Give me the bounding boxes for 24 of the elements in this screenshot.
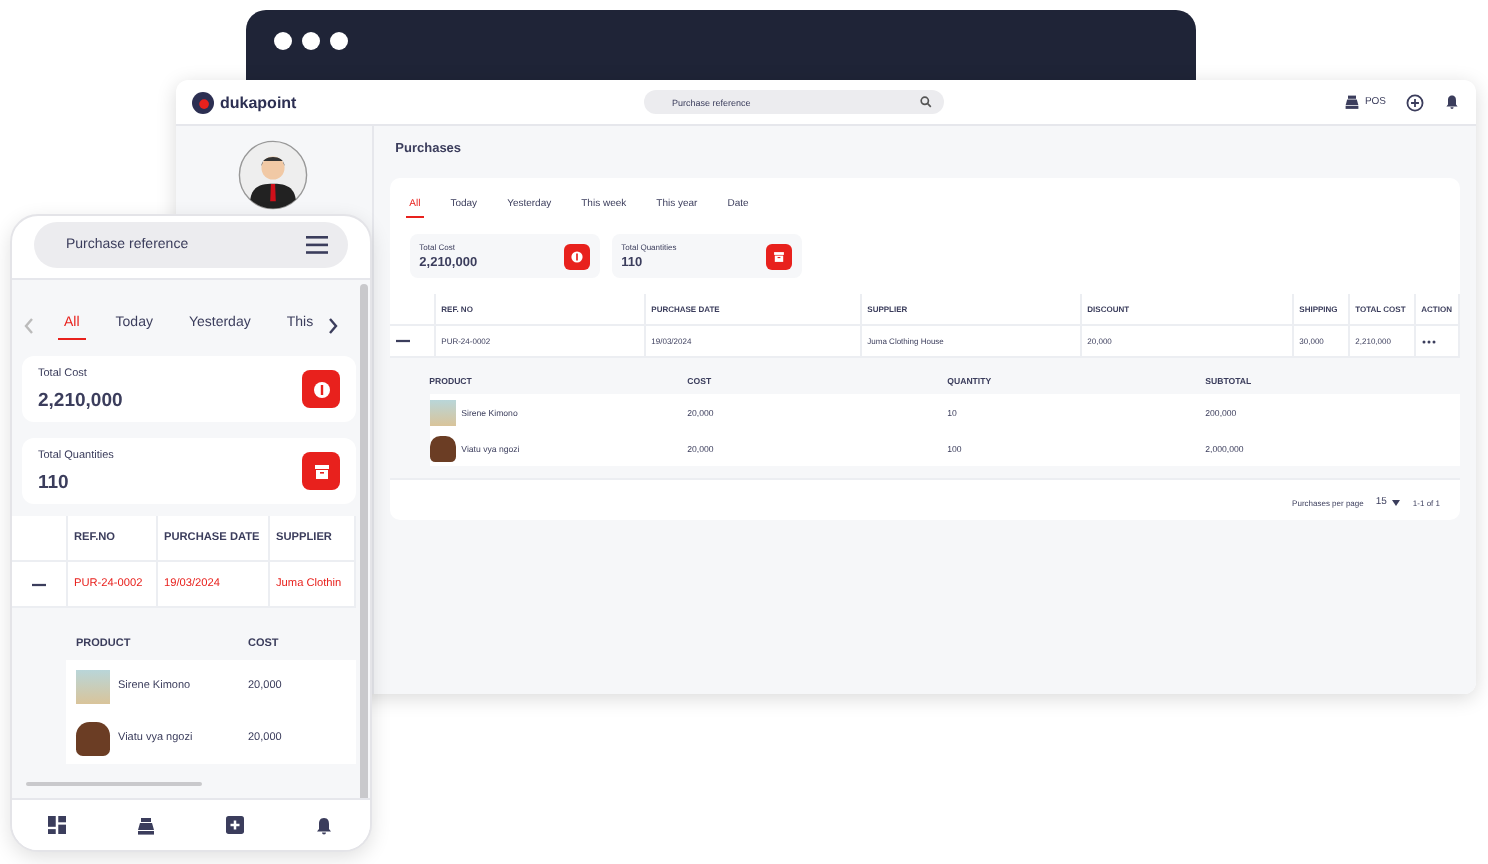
stat-value: 2,210,000: [38, 389, 123, 411]
chevron-right-icon[interactable]: [327, 318, 338, 334]
scrollbar[interactable]: [26, 782, 202, 786]
bell-icon[interactable]: [1444, 94, 1460, 110]
box-icon: [771, 249, 786, 263]
photo-placeholder: [429, 435, 456, 461]
photo-placeholder: [76, 669, 110, 703]
cash-register-icon[interactable]: [135, 815, 156, 835]
brand-name: dukapoint: [220, 93, 297, 111]
dashboard-icon[interactable]: [47, 816, 66, 834]
caret-icon: [1392, 499, 1401, 505]
photo-placeholder: [429, 399, 456, 425]
stat-value: 110: [38, 471, 71, 493]
photo-placeholder: [76, 721, 110, 755]
bell-icon[interactable]: [314, 815, 335, 835]
minus-icon[interactable]: [395, 334, 410, 348]
avatar-icon: [238, 140, 309, 210]
add-icon[interactable]: [1406, 93, 1424, 111]
menu-icon[interactable]: [306, 236, 328, 254]
add-icon[interactable]: [226, 816, 245, 834]
search-icon: [920, 96, 932, 108]
logo-icon: [192, 91, 214, 113]
cash-register-icon[interactable]: [1344, 94, 1361, 110]
box-icon: [311, 461, 331, 481]
